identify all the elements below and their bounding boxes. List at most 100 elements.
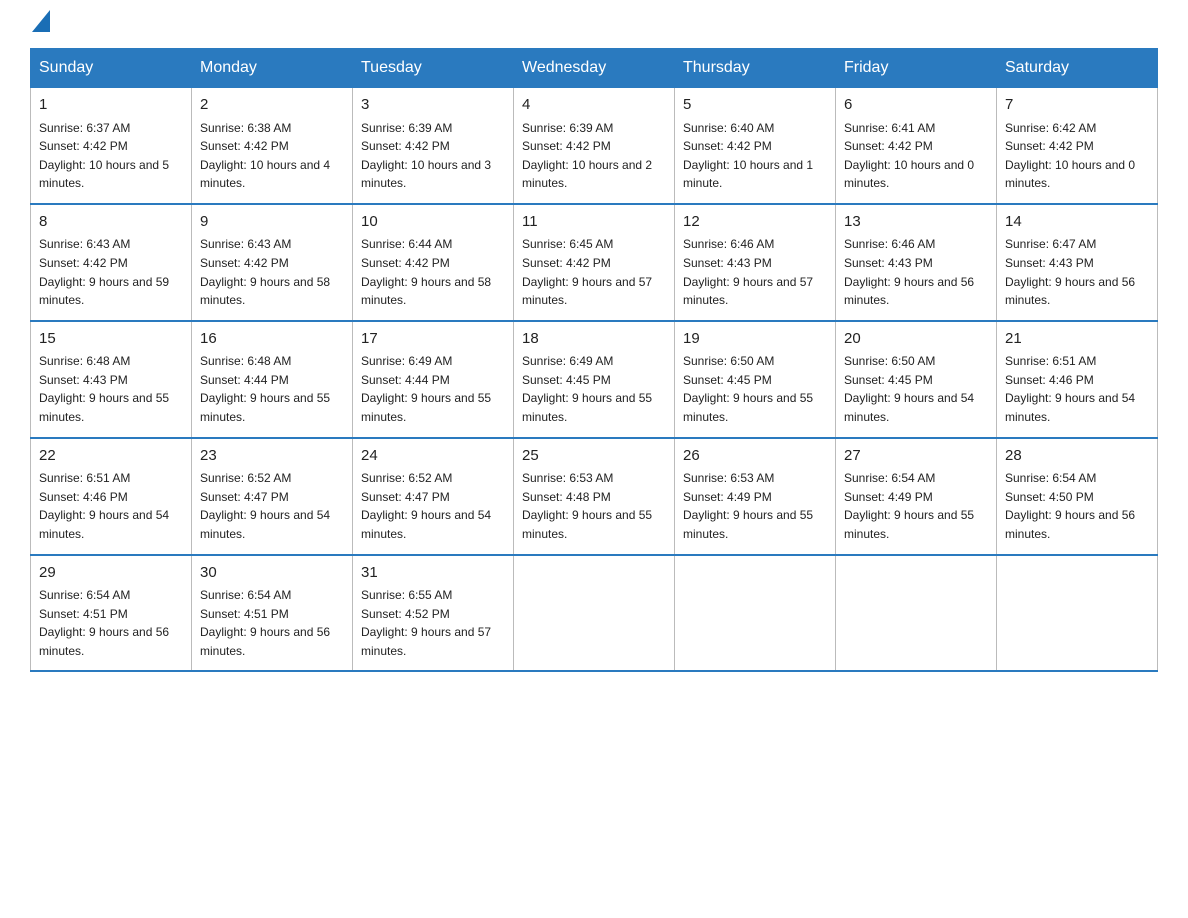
calendar-cell: 28 Sunrise: 6:54 AMSunset: 4:50 PMDaylig… <box>997 438 1158 555</box>
day-number: 15 <box>39 328 183 351</box>
weekday-header-saturday: Saturday <box>997 49 1158 88</box>
day-info: Sunrise: 6:52 AMSunset: 4:47 PMDaylight:… <box>200 469 344 543</box>
day-number: 13 <box>844 211 988 234</box>
day-number: 17 <box>361 328 505 351</box>
day-info: Sunrise: 6:45 AMSunset: 4:42 PMDaylight:… <box>522 235 666 309</box>
day-number: 10 <box>361 211 505 234</box>
day-number: 3 <box>361 94 505 117</box>
calendar-cell <box>836 555 997 672</box>
day-info: Sunrise: 6:51 AMSunset: 4:46 PMDaylight:… <box>39 469 183 543</box>
calendar-cell: 30 Sunrise: 6:54 AMSunset: 4:51 PMDaylig… <box>192 555 353 672</box>
day-number: 9 <box>200 211 344 234</box>
calendar-cell: 31 Sunrise: 6:55 AMSunset: 4:52 PMDaylig… <box>353 555 514 672</box>
day-info: Sunrise: 6:42 AMSunset: 4:42 PMDaylight:… <box>1005 119 1149 193</box>
day-info: Sunrise: 6:41 AMSunset: 4:42 PMDaylight:… <box>844 119 988 193</box>
calendar-cell: 27 Sunrise: 6:54 AMSunset: 4:49 PMDaylig… <box>836 438 997 555</box>
day-info: Sunrise: 6:38 AMSunset: 4:42 PMDaylight:… <box>200 119 344 193</box>
day-info: Sunrise: 6:52 AMSunset: 4:47 PMDaylight:… <box>361 469 505 543</box>
day-info: Sunrise: 6:44 AMSunset: 4:42 PMDaylight:… <box>361 235 505 309</box>
calendar-cell <box>997 555 1158 672</box>
day-number: 20 <box>844 328 988 351</box>
calendar-header-row: SundayMondayTuesdayWednesdayThursdayFrid… <box>31 49 1158 88</box>
day-info: Sunrise: 6:47 AMSunset: 4:43 PMDaylight:… <box>1005 235 1149 309</box>
day-info: Sunrise: 6:39 AMSunset: 4:42 PMDaylight:… <box>361 119 505 193</box>
calendar-cell <box>514 555 675 672</box>
calendar-cell: 18 Sunrise: 6:49 AMSunset: 4:45 PMDaylig… <box>514 321 675 438</box>
calendar-cell: 21 Sunrise: 6:51 AMSunset: 4:46 PMDaylig… <box>997 321 1158 438</box>
calendar-week-row: 1 Sunrise: 6:37 AMSunset: 4:42 PMDayligh… <box>31 88 1158 204</box>
calendar-cell: 19 Sunrise: 6:50 AMSunset: 4:45 PMDaylig… <box>675 321 836 438</box>
day-info: Sunrise: 6:43 AMSunset: 4:42 PMDaylight:… <box>39 235 183 309</box>
day-number: 5 <box>683 94 827 117</box>
day-info: Sunrise: 6:39 AMSunset: 4:42 PMDaylight:… <box>522 119 666 193</box>
day-info: Sunrise: 6:50 AMSunset: 4:45 PMDaylight:… <box>844 352 988 426</box>
day-info: Sunrise: 6:50 AMSunset: 4:45 PMDaylight:… <box>683 352 827 426</box>
day-number: 24 <box>361 445 505 468</box>
day-number: 7 <box>1005 94 1149 117</box>
calendar-cell: 3 Sunrise: 6:39 AMSunset: 4:42 PMDayligh… <box>353 88 514 204</box>
day-number: 22 <box>39 445 183 468</box>
calendar-cell: 23 Sunrise: 6:52 AMSunset: 4:47 PMDaylig… <box>192 438 353 555</box>
day-info: Sunrise: 6:55 AMSunset: 4:52 PMDaylight:… <box>361 586 505 660</box>
day-info: Sunrise: 6:37 AMSunset: 4:42 PMDaylight:… <box>39 119 183 193</box>
calendar-cell: 4 Sunrise: 6:39 AMSunset: 4:42 PMDayligh… <box>514 88 675 204</box>
calendar-week-row: 22 Sunrise: 6:51 AMSunset: 4:46 PMDaylig… <box>31 438 1158 555</box>
calendar-cell: 24 Sunrise: 6:52 AMSunset: 4:47 PMDaylig… <box>353 438 514 555</box>
day-number: 6 <box>844 94 988 117</box>
day-info: Sunrise: 6:46 AMSunset: 4:43 PMDaylight:… <box>683 235 827 309</box>
calendar-cell: 16 Sunrise: 6:48 AMSunset: 4:44 PMDaylig… <box>192 321 353 438</box>
day-info: Sunrise: 6:54 AMSunset: 4:51 PMDaylight:… <box>200 586 344 660</box>
day-number: 29 <box>39 562 183 585</box>
day-number: 4 <box>522 94 666 117</box>
day-number: 12 <box>683 211 827 234</box>
day-number: 26 <box>683 445 827 468</box>
weekday-header-friday: Friday <box>836 49 997 88</box>
calendar-cell: 25 Sunrise: 6:53 AMSunset: 4:48 PMDaylig… <box>514 438 675 555</box>
day-number: 25 <box>522 445 666 468</box>
day-number: 21 <box>1005 328 1149 351</box>
calendar-cell: 9 Sunrise: 6:43 AMSunset: 4:42 PMDayligh… <box>192 204 353 321</box>
calendar-cell: 2 Sunrise: 6:38 AMSunset: 4:42 PMDayligh… <box>192 88 353 204</box>
day-number: 23 <box>200 445 344 468</box>
weekday-header-tuesday: Tuesday <box>353 49 514 88</box>
page-header <box>30 20 1158 28</box>
calendar-week-row: 29 Sunrise: 6:54 AMSunset: 4:51 PMDaylig… <box>31 555 1158 672</box>
day-number: 2 <box>200 94 344 117</box>
logo <box>30 20 50 28</box>
day-info: Sunrise: 6:53 AMSunset: 4:48 PMDaylight:… <box>522 469 666 543</box>
calendar-table: SundayMondayTuesdayWednesdayThursdayFrid… <box>30 48 1158 672</box>
calendar-cell: 13 Sunrise: 6:46 AMSunset: 4:43 PMDaylig… <box>836 204 997 321</box>
day-info: Sunrise: 6:54 AMSunset: 4:49 PMDaylight:… <box>844 469 988 543</box>
calendar-cell: 11 Sunrise: 6:45 AMSunset: 4:42 PMDaylig… <box>514 204 675 321</box>
day-number: 18 <box>522 328 666 351</box>
day-number: 28 <box>1005 445 1149 468</box>
calendar-cell <box>675 555 836 672</box>
calendar-week-row: 8 Sunrise: 6:43 AMSunset: 4:42 PMDayligh… <box>31 204 1158 321</box>
calendar-cell: 7 Sunrise: 6:42 AMSunset: 4:42 PMDayligh… <box>997 88 1158 204</box>
calendar-cell: 20 Sunrise: 6:50 AMSunset: 4:45 PMDaylig… <box>836 321 997 438</box>
day-number: 14 <box>1005 211 1149 234</box>
calendar-cell: 14 Sunrise: 6:47 AMSunset: 4:43 PMDaylig… <box>997 204 1158 321</box>
day-number: 16 <box>200 328 344 351</box>
calendar-cell: 12 Sunrise: 6:46 AMSunset: 4:43 PMDaylig… <box>675 204 836 321</box>
day-info: Sunrise: 6:49 AMSunset: 4:45 PMDaylight:… <box>522 352 666 426</box>
day-number: 11 <box>522 211 666 234</box>
weekday-header-sunday: Sunday <box>31 49 192 88</box>
day-info: Sunrise: 6:53 AMSunset: 4:49 PMDaylight:… <box>683 469 827 543</box>
calendar-cell: 1 Sunrise: 6:37 AMSunset: 4:42 PMDayligh… <box>31 88 192 204</box>
calendar-cell: 8 Sunrise: 6:43 AMSunset: 4:42 PMDayligh… <box>31 204 192 321</box>
day-number: 31 <box>361 562 505 585</box>
calendar-cell: 6 Sunrise: 6:41 AMSunset: 4:42 PMDayligh… <box>836 88 997 204</box>
weekday-header-monday: Monday <box>192 49 353 88</box>
day-number: 19 <box>683 328 827 351</box>
weekday-header-thursday: Thursday <box>675 49 836 88</box>
day-number: 27 <box>844 445 988 468</box>
calendar-cell: 5 Sunrise: 6:40 AMSunset: 4:42 PMDayligh… <box>675 88 836 204</box>
day-info: Sunrise: 6:40 AMSunset: 4:42 PMDaylight:… <box>683 119 827 193</box>
weekday-header-wednesday: Wednesday <box>514 49 675 88</box>
calendar-cell: 15 Sunrise: 6:48 AMSunset: 4:43 PMDaylig… <box>31 321 192 438</box>
day-info: Sunrise: 6:46 AMSunset: 4:43 PMDaylight:… <box>844 235 988 309</box>
day-number: 8 <box>39 211 183 234</box>
logo-triangle-icon <box>32 10 50 32</box>
day-info: Sunrise: 6:43 AMSunset: 4:42 PMDaylight:… <box>200 235 344 309</box>
